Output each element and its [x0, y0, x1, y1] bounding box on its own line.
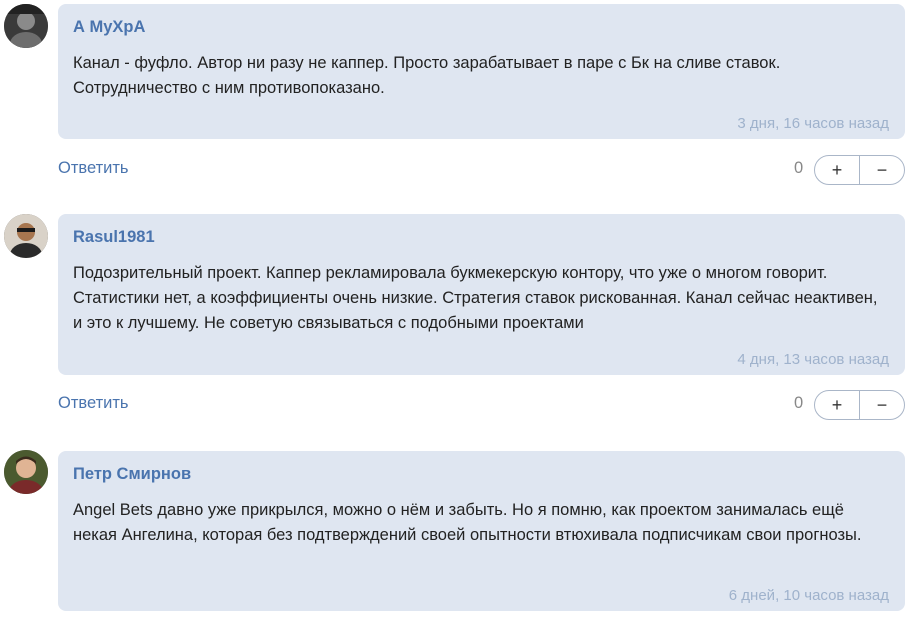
- upvote-button[interactable]: +: [815, 391, 860, 419]
- comment-bubble: А МуХрА Канал - фуфло. Автор ни разу не …: [58, 4, 905, 139]
- comment-timestamp: 4 дня, 13 часов назад: [737, 351, 889, 368]
- reply-link[interactable]: Ответить: [58, 158, 129, 178]
- reply-link[interactable]: Ответить: [58, 393, 129, 413]
- avatar[interactable]: [4, 4, 48, 48]
- user-avatar-icon: [4, 214, 48, 258]
- vote-buttons: + −: [814, 155, 905, 185]
- comment-author[interactable]: Rasul1981: [73, 227, 889, 247]
- comment-text: Angel Bets давно уже прикрылся, можно о …: [73, 501, 862, 544]
- upvote-button[interactable]: +: [815, 156, 860, 184]
- comment-timestamp: 3 дня, 16 часов назад: [737, 115, 889, 132]
- avatar[interactable]: [4, 450, 48, 494]
- user-avatar-icon: [4, 4, 48, 48]
- comment-bubble: Петр Смирнов Angel Bets давно уже прикры…: [58, 451, 905, 611]
- vote-buttons: + −: [814, 390, 905, 420]
- comment-bubble: Rasul1981 Подозрительный проект. Каппер …: [58, 214, 905, 375]
- downvote-button[interactable]: −: [860, 156, 904, 184]
- comment-text: Подозрительный проект. Каппер рекламиров…: [73, 264, 878, 332]
- downvote-button[interactable]: −: [860, 391, 904, 419]
- comment-text: Канал - фуфло. Автор ни разу не каппер. …: [73, 54, 781, 97]
- vote-count: 0: [794, 394, 804, 412]
- comment-timestamp: 6 дней, 10 часов назад: [728, 587, 889, 604]
- comment-author[interactable]: А МуХрА: [73, 17, 889, 37]
- comment-author[interactable]: Петр Смирнов: [73, 464, 889, 484]
- avatar[interactable]: [4, 214, 48, 258]
- user-avatar-icon: [4, 450, 48, 494]
- vote-count: 0: [794, 159, 804, 177]
